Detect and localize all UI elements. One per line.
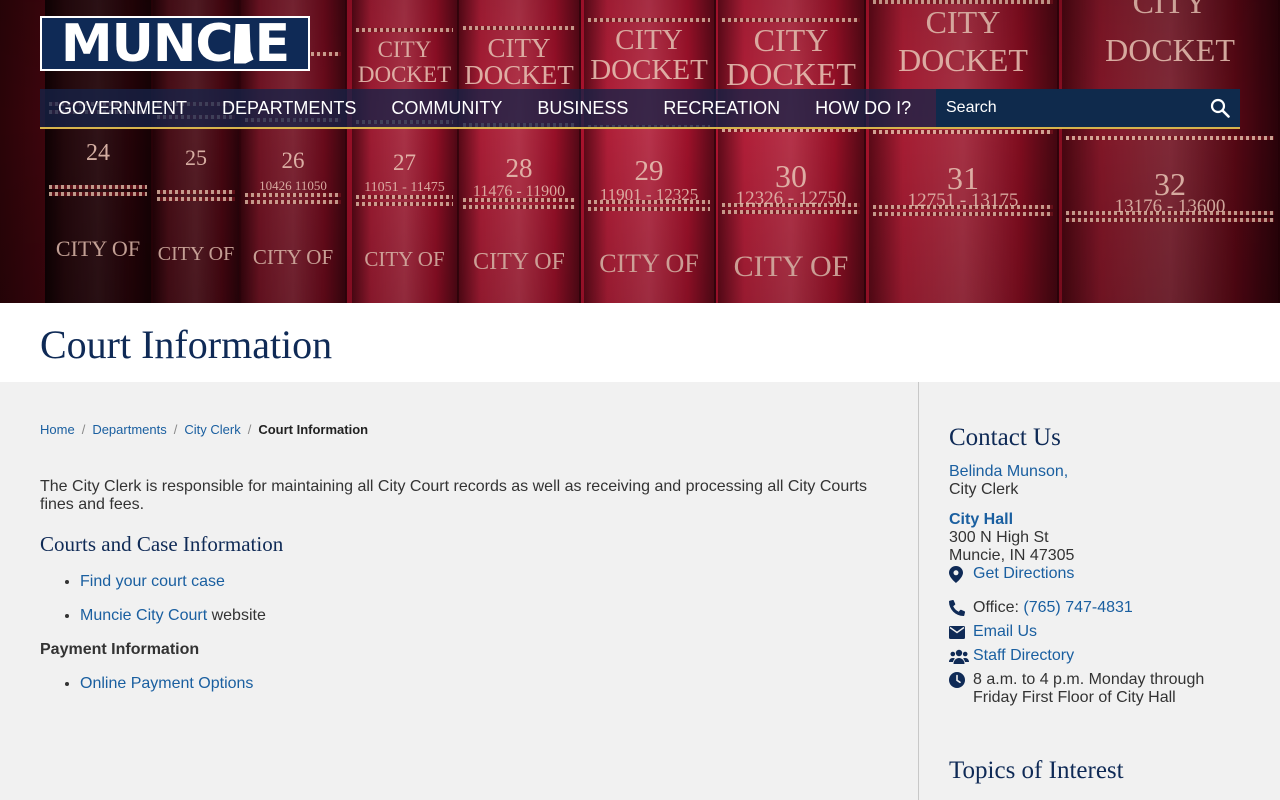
hero-banner: 24CITY OF25CITY OF2610426 11050CITY OFCI… [0, 0, 1280, 303]
intro-text: The City Clerk is responsible for mainta… [40, 478, 867, 513]
main-content: Home / Departments / City Clerk / Court … [0, 382, 919, 800]
email-row: Email Us [949, 623, 1250, 641]
payment-list: Online Payment Options [80, 675, 878, 693]
nav-business[interactable]: BUSINESS [520, 98, 646, 119]
website-suffix: website [207, 607, 266, 624]
breadcrumb-departments[interactable]: Departments [92, 422, 166, 437]
email-link[interactable]: Email Us [973, 623, 1037, 641]
nav-departments[interactable]: DEPARTMENTS [205, 98, 374, 119]
indiana-state-icon [233, 23, 254, 64]
nav-how-do-i[interactable]: HOW DO I? [798, 98, 929, 119]
breadcrumb-separator: / [81, 422, 86, 437]
logo-text-part1: MUNC [60, 13, 234, 74]
payment-heading: Payment Information [40, 641, 200, 658]
nav-community[interactable]: COMMUNITY [374, 98, 520, 119]
search-icon[interactable] [1210, 98, 1230, 118]
address-line2: Muncie, IN 47305 [949, 547, 1075, 564]
hours-row: 8 a.m. to 4 p.m. Monday through Friday F… [949, 671, 1250, 707]
clock-icon [949, 671, 973, 689]
nav-government[interactable]: GOVERNMENT [40, 98, 205, 119]
contact-details: Office: (765) 747-4831 Email Us Staff Di… [949, 599, 1250, 707]
location-block: City Hall 300 N High St Muncie, IN 47305 [949, 511, 1250, 565]
address-line1: 300 N High St [949, 529, 1049, 546]
contact-name-link[interactable]: Belinda Munson, [949, 463, 1068, 480]
search-input[interactable] [946, 99, 1196, 117]
envelope-icon [949, 623, 973, 641]
breadcrumb-separator: / [247, 422, 252, 437]
breadcrumb-current: Court Information [258, 422, 369, 437]
search-box [936, 89, 1240, 127]
location-name: City Hall [949, 511, 1014, 528]
users-icon [949, 647, 973, 665]
office-phone-link[interactable]: (765) 747-4831 [1023, 599, 1132, 617]
courts-heading: Courts and Case Information [40, 532, 284, 556]
breadcrumb: Home / Departments / City Clerk / Court … [40, 422, 878, 437]
muncie-city-court-link[interactable]: Muncie City Court [80, 607, 207, 624]
breadcrumb-separator: / [173, 422, 178, 437]
office-row: Office: (765) 747-4831 [949, 599, 1250, 617]
breadcrumb-city-clerk[interactable]: City Clerk [184, 422, 240, 437]
contact-heading: Contact Us [949, 424, 1061, 451]
find-court-case-link[interactable]: Find your court case [80, 573, 225, 590]
sidebar: Contact Us Belinda Munson, City Clerk Ci… [919, 382, 1280, 800]
content-area: Home / Departments / City Clerk / Court … [0, 382, 1280, 800]
staff-row: Staff Directory [949, 647, 1250, 665]
hours-text: 8 a.m. to 4 p.m. Monday through Friday F… [973, 671, 1205, 706]
page-title-bar: Court Information [0, 303, 1280, 382]
office-label: Office: [973, 599, 1019, 616]
directions-row: Get Directions [949, 565, 1250, 583]
courts-list: Find your court case Muncie City Court w… [80, 573, 878, 625]
map-marker-icon [949, 565, 973, 583]
list-item: Online Payment Options [80, 675, 878, 693]
phone-icon [949, 599, 973, 617]
online-payment-link[interactable]: Online Payment Options [80, 675, 253, 692]
nav-recreation[interactable]: RECREATION [646, 98, 798, 119]
breadcrumb-home[interactable]: Home [40, 422, 75, 437]
get-directions-link[interactable]: Get Directions [973, 565, 1074, 583]
staff-directory-link[interactable]: Staff Directory [973, 647, 1074, 665]
logo-text-part2: E [254, 13, 291, 74]
main-nav: GOVERNMENT DEPARTMENTS COMMUNITY BUSINES… [40, 89, 1240, 129]
list-item: Muncie City Court website [80, 607, 878, 625]
page-title: Court Information [40, 322, 333, 367]
list-item: Find your court case [80, 573, 878, 591]
contact-role: City Clerk [949, 481, 1019, 498]
muncie-logo[interactable]: MUNC E [40, 13, 310, 74]
topics-heading: Topics of Interest [949, 757, 1124, 784]
contact-person: Belinda Munson, City Clerk [949, 463, 1250, 499]
